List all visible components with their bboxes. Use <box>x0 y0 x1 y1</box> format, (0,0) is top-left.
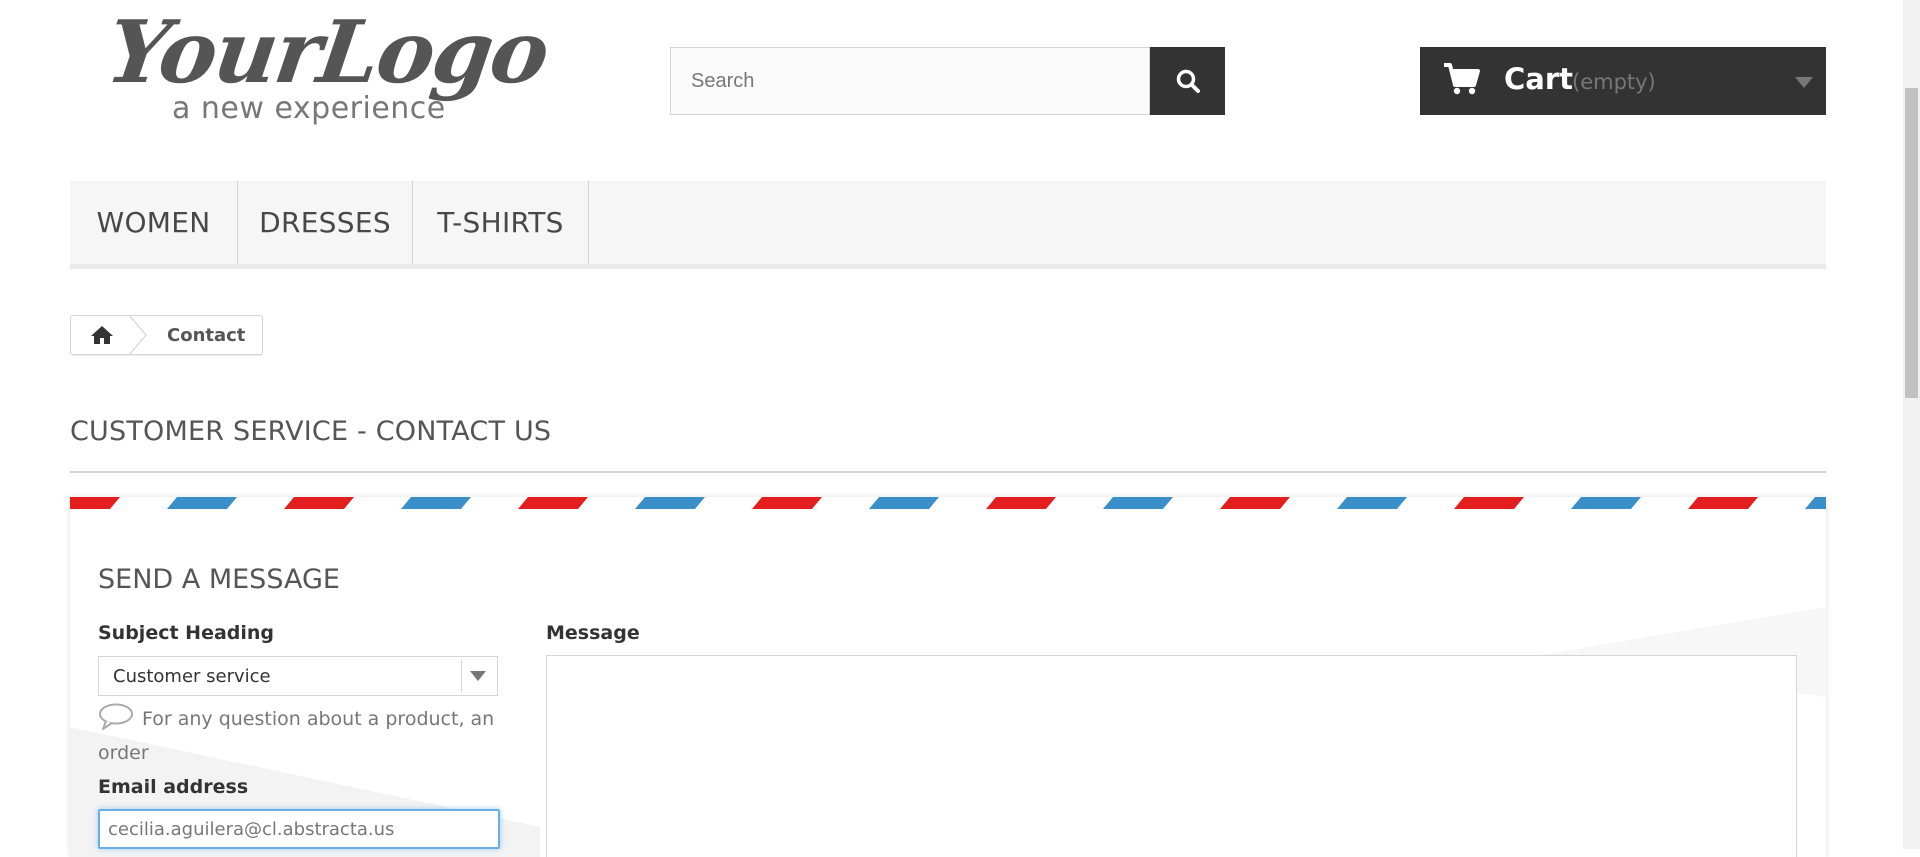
menu-item-women[interactable]: WOMEN <box>70 181 238 264</box>
cart-icon <box>1444 63 1480 95</box>
subject-description: For any question about a product, an ord… <box>98 702 498 770</box>
breadcrumb-separator <box>129 315 147 355</box>
breadcrumb: Contact <box>70 315 264 355</box>
subject-select[interactable]: Customer service <box>98 656 498 696</box>
logo-tagline: a new experience <box>172 91 446 126</box>
stripe <box>635 497 705 509</box>
airmail-stripes <box>70 497 1826 509</box>
stripe <box>167 497 237 509</box>
stripe <box>1688 497 1758 509</box>
select-arrow <box>461 660 494 692</box>
stripe <box>1454 497 1524 509</box>
chevron-down-icon <box>1795 77 1813 88</box>
speech-bubble-icon <box>99 703 133 730</box>
search-form <box>670 47 1225 115</box>
page-scrollbar[interactable] <box>1903 0 1920 849</box>
cart-button[interactable]: Cart (empty) <box>1420 47 1826 115</box>
stripe <box>752 497 822 509</box>
search-input[interactable] <box>670 47 1150 115</box>
subject-label: Subject Heading <box>98 622 275 644</box>
breadcrumb-home[interactable] <box>71 315 147 355</box>
scrollbar-thumb[interactable] <box>1905 88 1918 398</box>
main-menu: WOMEN DRESSES T-SHIRTS <box>70 181 1826 269</box>
email-label: Email address <box>98 776 249 798</box>
title-divider <box>70 471 1826 473</box>
stripe <box>518 497 588 509</box>
stripe <box>70 497 120 509</box>
menu-item-dresses[interactable]: DRESSES <box>238 181 413 264</box>
menu-item-tshirts[interactable]: T-SHIRTS <box>413 181 589 264</box>
stripe <box>1805 497 1826 509</box>
stripe <box>1337 497 1407 509</box>
subject-select-value: Customer service <box>113 666 271 687</box>
page-title: CUSTOMER SERVICE - CONTACT US <box>70 416 552 447</box>
stripe <box>869 497 939 509</box>
message-label: Message <box>546 622 640 644</box>
site-logo[interactable]: YourLogo a new experience <box>101 2 554 126</box>
breadcrumb-current: Contact <box>167 324 246 346</box>
search-button[interactable] <box>1150 47 1225 115</box>
cart-state: (empty) <box>1572 70 1656 94</box>
stripe <box>1571 497 1641 509</box>
search-icon <box>1176 69 1200 93</box>
home-icon <box>91 326 113 344</box>
stripe <box>401 497 471 509</box>
subject-description-text: For any question about a product, an ord… <box>98 708 495 764</box>
stripe <box>986 497 1056 509</box>
stripe <box>284 497 354 509</box>
form-title: SEND A MESSAGE <box>98 564 340 595</box>
email-field[interactable] <box>98 809 500 849</box>
stripe <box>1220 497 1290 509</box>
logo-text: YourLogo <box>100 2 554 103</box>
message-textarea[interactable] <box>546 655 1797 857</box>
chevron-down-icon <box>470 671 486 681</box>
contact-form: SEND A MESSAGE Subject Heading Customer … <box>70 497 1826 857</box>
cart-label: Cart <box>1504 62 1574 96</box>
stripe <box>1103 497 1173 509</box>
